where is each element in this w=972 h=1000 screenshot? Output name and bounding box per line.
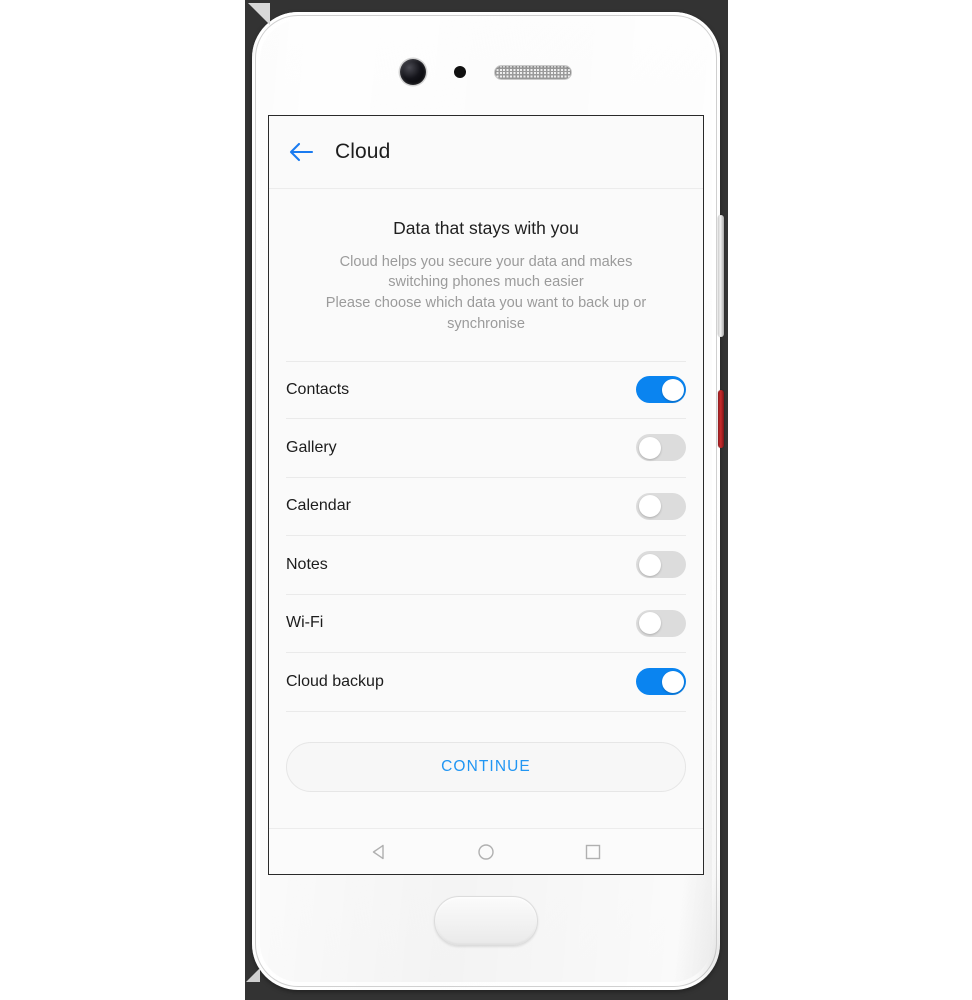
setting-row-wifi[interactable]: Wi-Fi [286,595,686,654]
setting-label: Wi-Fi [286,614,324,632]
setting-row-gallery[interactable]: Gallery [286,419,686,478]
recents-nav-icon[interactable] [576,835,610,869]
toggle-knob [661,670,684,693]
setting-label: Contacts [286,380,350,398]
page-title: Cloud [335,140,391,163]
intro-heading: Data that stays with you [393,218,579,238]
intro-description-line: synchronise [447,315,525,332]
setting-label: Notes [286,555,328,573]
earpiece-speaker-icon [494,64,572,80]
setting-label: Calendar [286,497,351,515]
proximity-sensor-icon [454,66,466,78]
power-button[interactable] [718,390,724,448]
continue-button[interactable]: CONTINUE [286,741,686,792]
setting-row-contacts[interactable]: Contacts [286,360,686,420]
home-nav-icon[interactable] [469,835,503,869]
front-camera-icon [400,59,426,85]
volume-rocker-button[interactable] [718,215,724,337]
toggle-switch-calendar[interactable] [636,492,686,520]
sensor-cluster [252,57,720,87]
intro-description-line: switching phones much easier [388,274,584,291]
app-bar: Cloud [269,116,703,189]
setting-label: Cloud backup [286,672,384,690]
toggle-knob [638,436,661,459]
setting-row-cloud-backup[interactable]: Cloud backup [286,653,686,712]
setting-label: Gallery [286,438,337,456]
phone-screen: Cloud Data that stays with you Cloud hel… [268,115,704,875]
continue-button-container: CONTINUE [269,712,703,792]
intro-description-line: Please choose which data you want to bac… [325,295,647,312]
toggle-knob [638,612,661,635]
home-button[interactable] [434,896,538,946]
toggle-switch-cloud-backup[interactable] [636,668,686,696]
screen-content: Data that stays with you Cloud helps you… [269,189,703,828]
toggle-switch-wifi[interactable] [636,609,686,637]
back-nav-icon[interactable] [362,835,396,869]
intro-section: Data that stays with you Cloud helps you… [269,189,703,361]
toggle-switch-contacts[interactable] [636,376,686,404]
setting-row-calendar[interactable]: Calendar [286,478,686,537]
back-arrow-icon[interactable] [285,136,317,168]
android-navigation-bar [269,828,703,874]
toggle-knob [638,495,661,518]
toggle-knob [638,553,661,576]
page-canvas: Cloud Data that stays with you Cloud hel… [0,0,972,1000]
toggle-knob [661,378,684,401]
settings-toggle-list: Contacts Gallery Calendar Notes Wi-Fi Cl… [269,360,703,712]
intro-description-line: Cloud helps you secure your data and mak… [339,253,633,270]
toggle-switch-gallery[interactable] [636,434,686,462]
toggle-switch-notes[interactable] [636,551,686,579]
phone-device: Cloud Data that stays with you Cloud hel… [252,12,724,990]
setting-row-notes[interactable]: Notes [286,536,686,595]
intro-description: Cloud helps you secure your data and mak… [291,252,681,335]
